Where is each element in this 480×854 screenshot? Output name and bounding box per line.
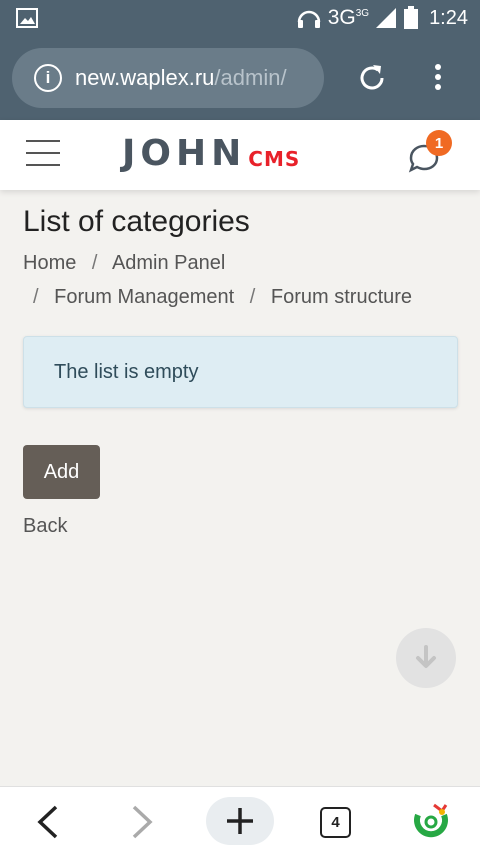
network-type: 3G3G bbox=[327, 6, 370, 29]
breadcrumb-forum-management[interactable]: Forum Management bbox=[54, 286, 234, 308]
gallery-icon bbox=[16, 8, 38, 28]
browser-logo-icon[interactable] bbox=[412, 801, 450, 839]
breadcrumb-separator: / bbox=[91, 252, 98, 274]
add-button[interactable]: Add bbox=[23, 445, 100, 499]
breadcrumb-separator: / bbox=[249, 286, 256, 308]
empty-list-alert: The list is empty bbox=[23, 336, 458, 408]
notification-badge: 1 bbox=[426, 130, 452, 156]
back-arrow-icon[interactable] bbox=[36, 805, 60, 839]
site-header: JOHN CMS 1 bbox=[0, 120, 480, 190]
overflow-menu-icon[interactable] bbox=[428, 64, 448, 94]
status-bar: 3G3G 1:24 bbox=[0, 0, 480, 36]
new-tab-button[interactable] bbox=[206, 797, 274, 845]
tab-switcher-button[interactable]: 4 bbox=[320, 807, 351, 838]
scroll-down-button[interactable] bbox=[396, 628, 456, 688]
info-icon[interactable]: i bbox=[34, 64, 62, 92]
back-link[interactable]: Back bbox=[23, 515, 67, 538]
clock: 1:24 bbox=[429, 6, 468, 29]
browser-bottom-nav: 4 bbox=[0, 786, 480, 854]
breadcrumb-admin-panel[interactable]: Admin Panel bbox=[112, 252, 225, 274]
arrow-down-icon bbox=[416, 645, 436, 668]
headset-icon bbox=[297, 10, 320, 28]
breadcrumb: Home / Admin Panel / Forum Management / … bbox=[23, 246, 463, 314]
reload-icon[interactable] bbox=[356, 62, 388, 94]
address-bar[interactable]: i new.waplex.ru/admin/ bbox=[12, 48, 324, 108]
url-text[interactable]: new.waplex.ru/admin/ bbox=[75, 65, 315, 91]
plus-icon bbox=[227, 808, 253, 834]
battery-icon bbox=[404, 6, 419, 29]
forward-arrow-icon[interactable] bbox=[130, 805, 154, 839]
breadcrumb-separator: / bbox=[33, 286, 39, 308]
browser-toolbar: i new.waplex.ru/admin/ bbox=[0, 36, 480, 120]
notifications-button[interactable]: 1 bbox=[406, 130, 454, 176]
signal-icon bbox=[376, 8, 397, 28]
breadcrumb-forum-structure: Forum structure bbox=[270, 286, 413, 308]
johncms-logo[interactable]: JOHN CMS bbox=[122, 134, 300, 174]
breadcrumb-home[interactable]: Home bbox=[23, 252, 76, 274]
page-title: List of categories bbox=[23, 205, 250, 238]
hamburger-menu-icon[interactable] bbox=[26, 140, 60, 168]
